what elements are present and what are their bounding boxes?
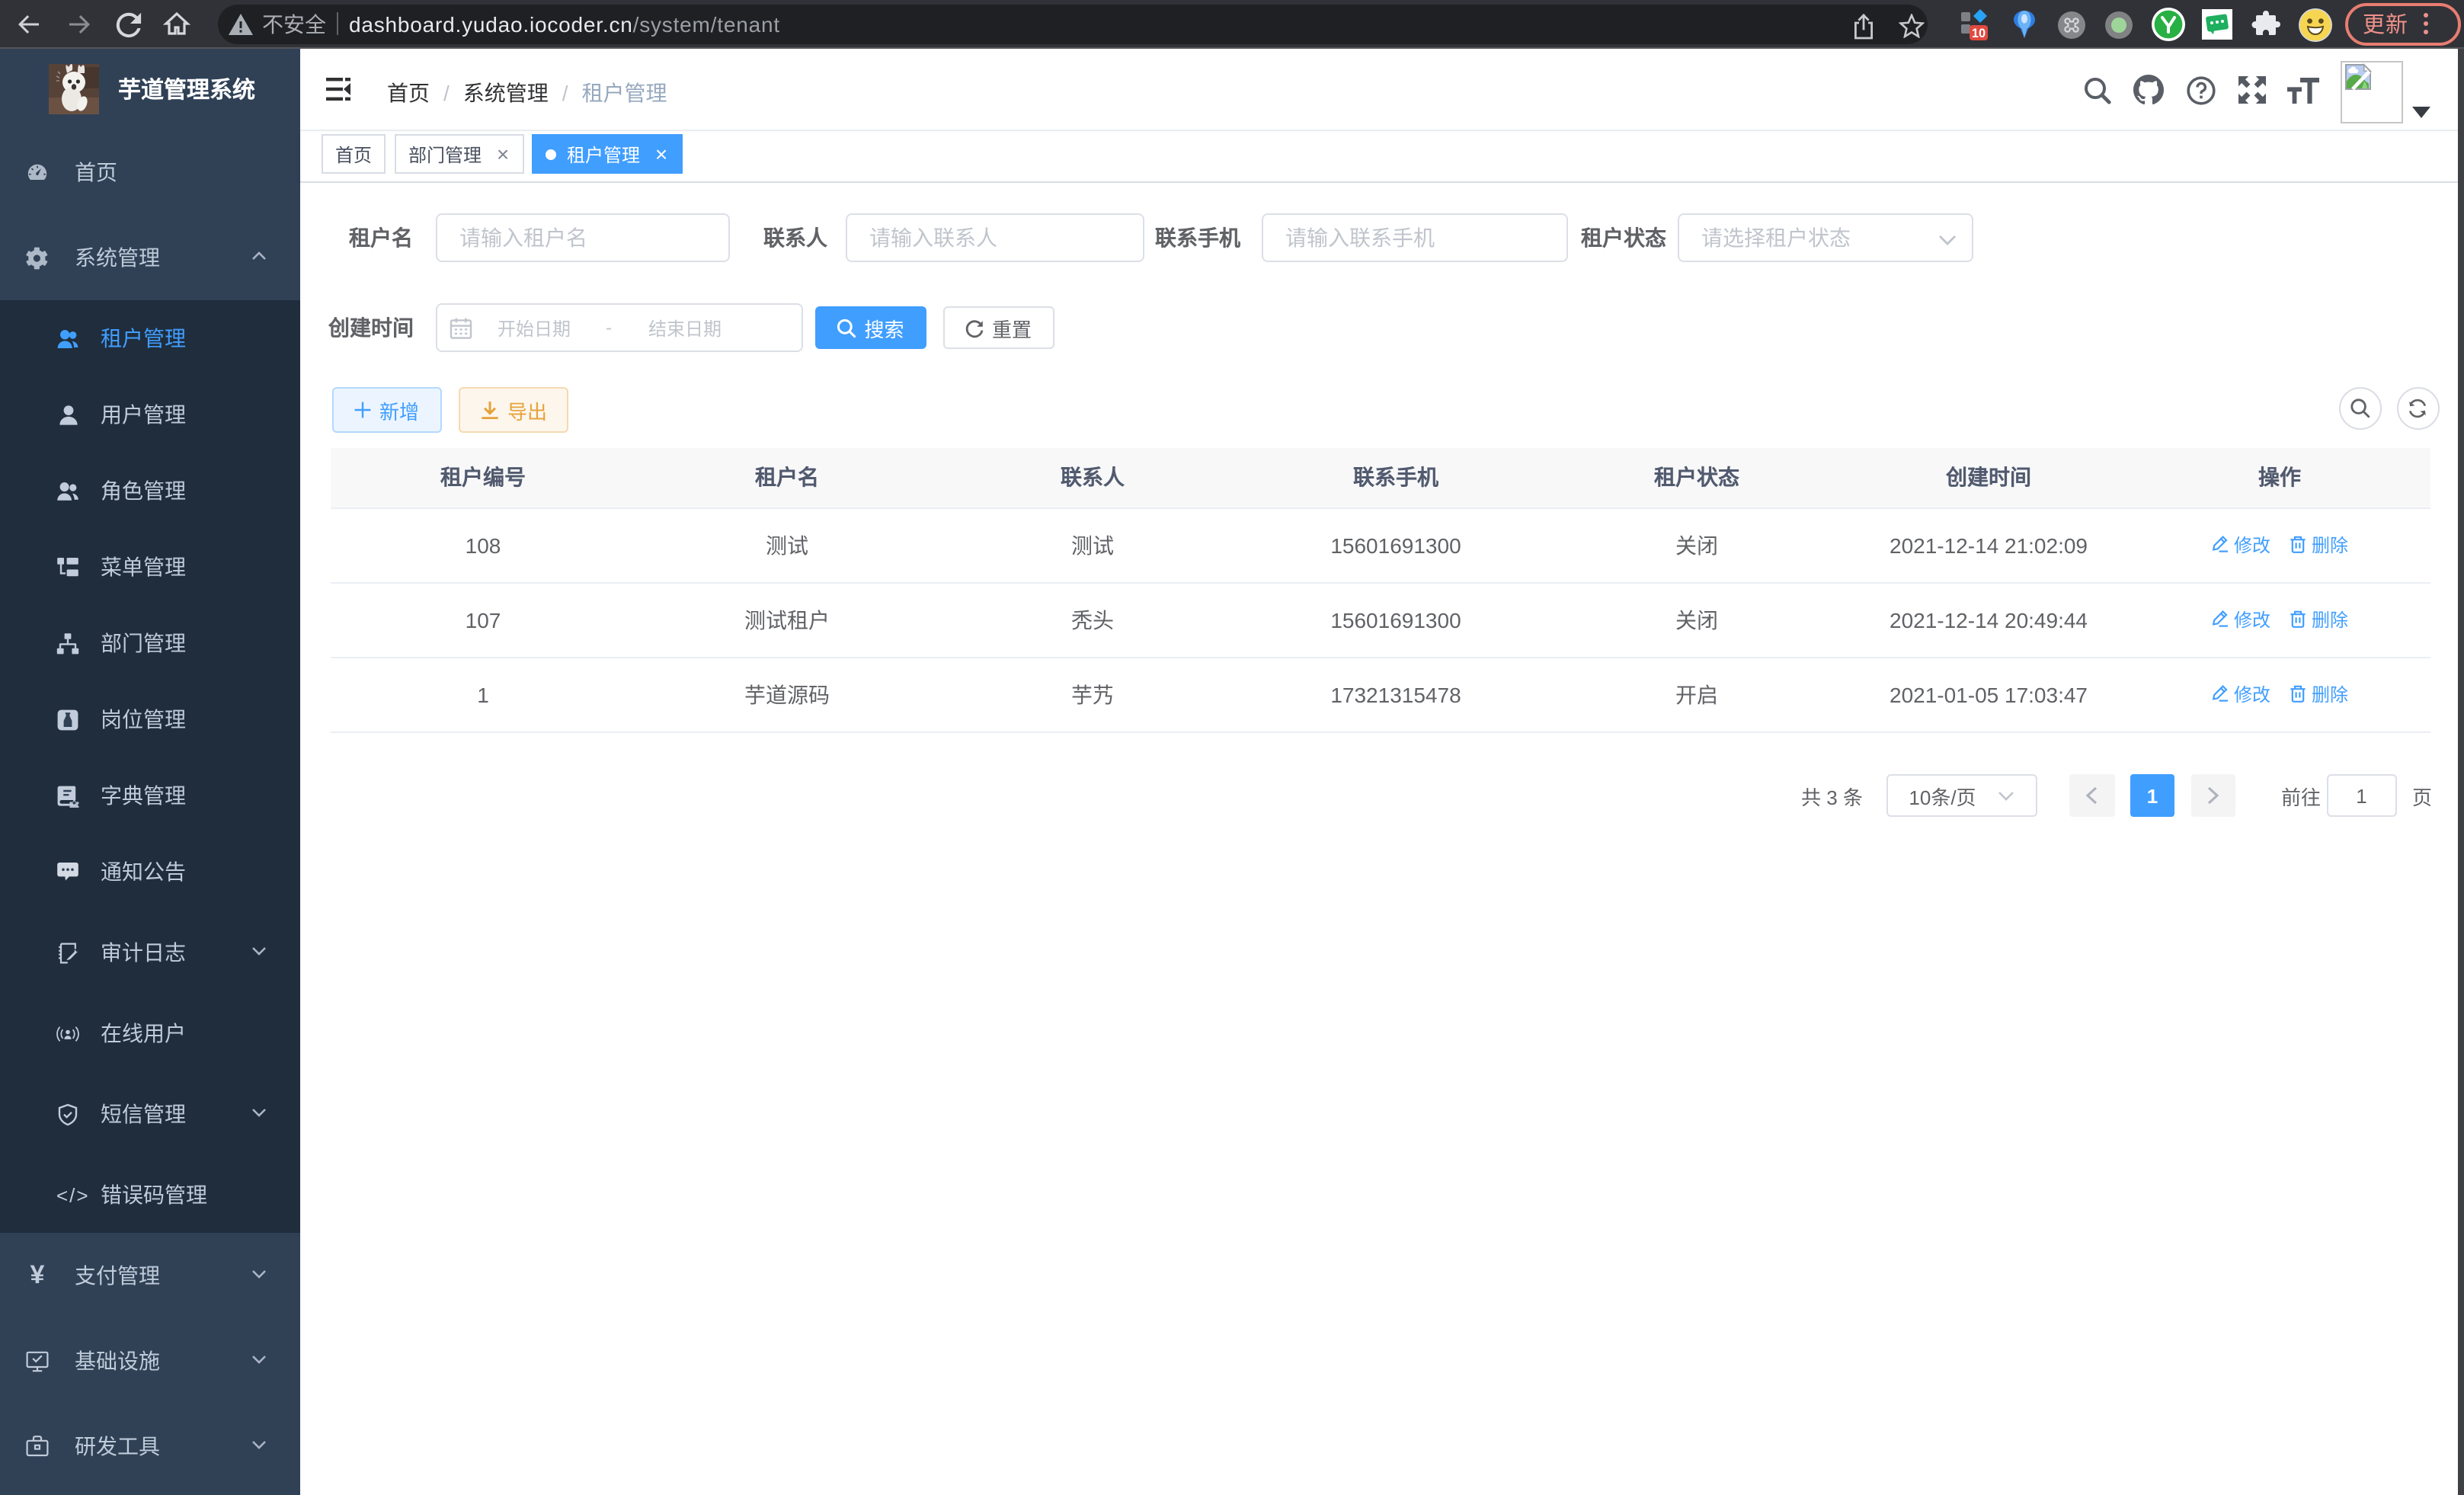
svg-text:10: 10	[1972, 27, 1986, 40]
